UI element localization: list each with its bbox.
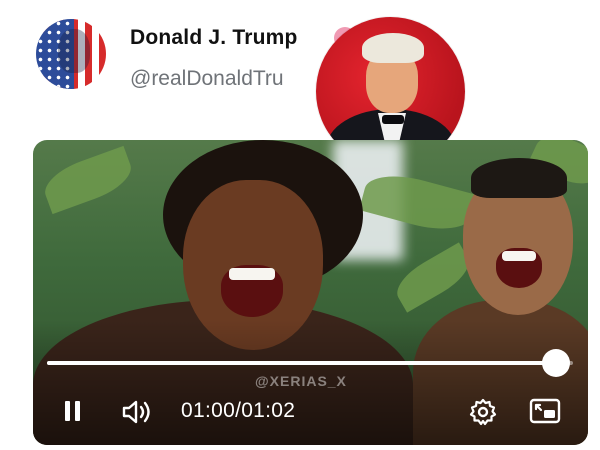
portrait-bow-tie [382,115,404,124]
portrait-hair [362,33,424,63]
progress-scrubber[interactable] [542,349,571,377]
video-watermark: @XERIAS_X [255,373,347,389]
time-display: 01:00/01:02 [181,399,295,423]
profile-avatar[interactable] [36,19,106,89]
progress-bar[interactable] [47,349,573,377]
gear-icon[interactable] [469,398,497,426]
volume-icon[interactable] [121,398,155,426]
duration: 01:02 [241,399,296,422]
user-handle[interactable]: @realDonaldTru [130,67,284,91]
jungle-leaf [38,145,138,215]
avatar-face-silhouette [58,29,90,73]
video-figure-right-teeth [502,251,536,261]
display-name[interactable]: Donald J. Trump [130,26,298,50]
current-time: 01:00 [181,399,236,422]
pause-icon[interactable] [63,401,81,421]
video-player[interactable]: @XERIAS_X 01:00/01:02 [33,140,588,445]
video-figure-right-hair [471,158,567,198]
picture-in-picture-icon[interactable] [529,397,561,425]
video-figure-left-teeth [229,268,275,280]
progress-fill [47,361,557,365]
